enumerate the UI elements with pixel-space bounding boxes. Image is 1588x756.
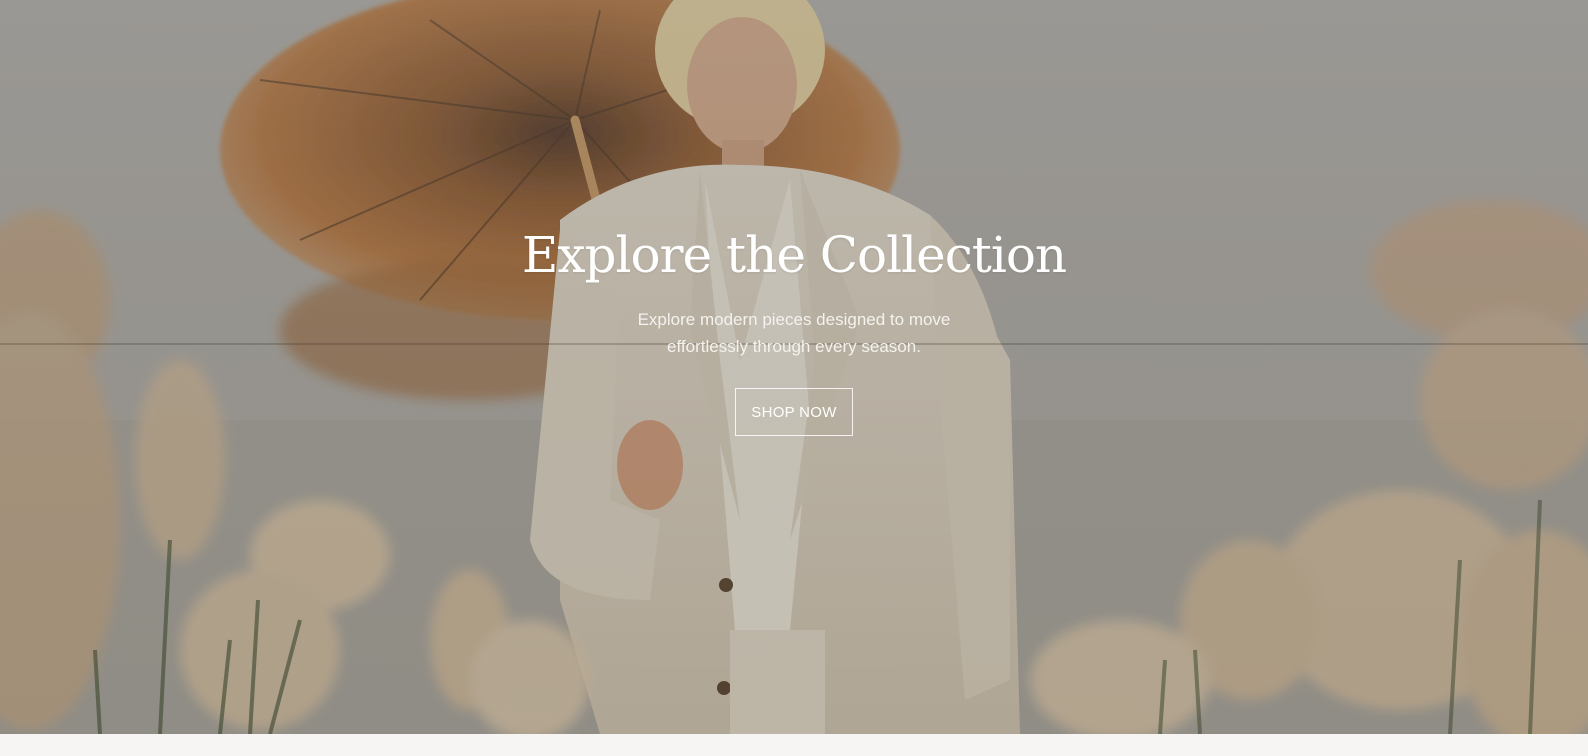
- hero-title: Explore the Collection: [521, 226, 1067, 284]
- hero-subtitle-line-2: effortlessly through every season.: [667, 337, 921, 356]
- shop-now-button[interactable]: SHOP NOW: [735, 388, 853, 436]
- hero-banner: Explore the Collection Explore modern pi…: [0, 0, 1588, 734]
- page-below-hero: [0, 734, 1588, 756]
- hero-content: Explore the Collection Explore modern pi…: [0, 220, 1588, 436]
- hero-subtitle: Explore modern pieces designed to move e…: [614, 306, 974, 360]
- hero-subtitle-line-1: Explore modern pieces designed to move: [637, 310, 951, 329]
